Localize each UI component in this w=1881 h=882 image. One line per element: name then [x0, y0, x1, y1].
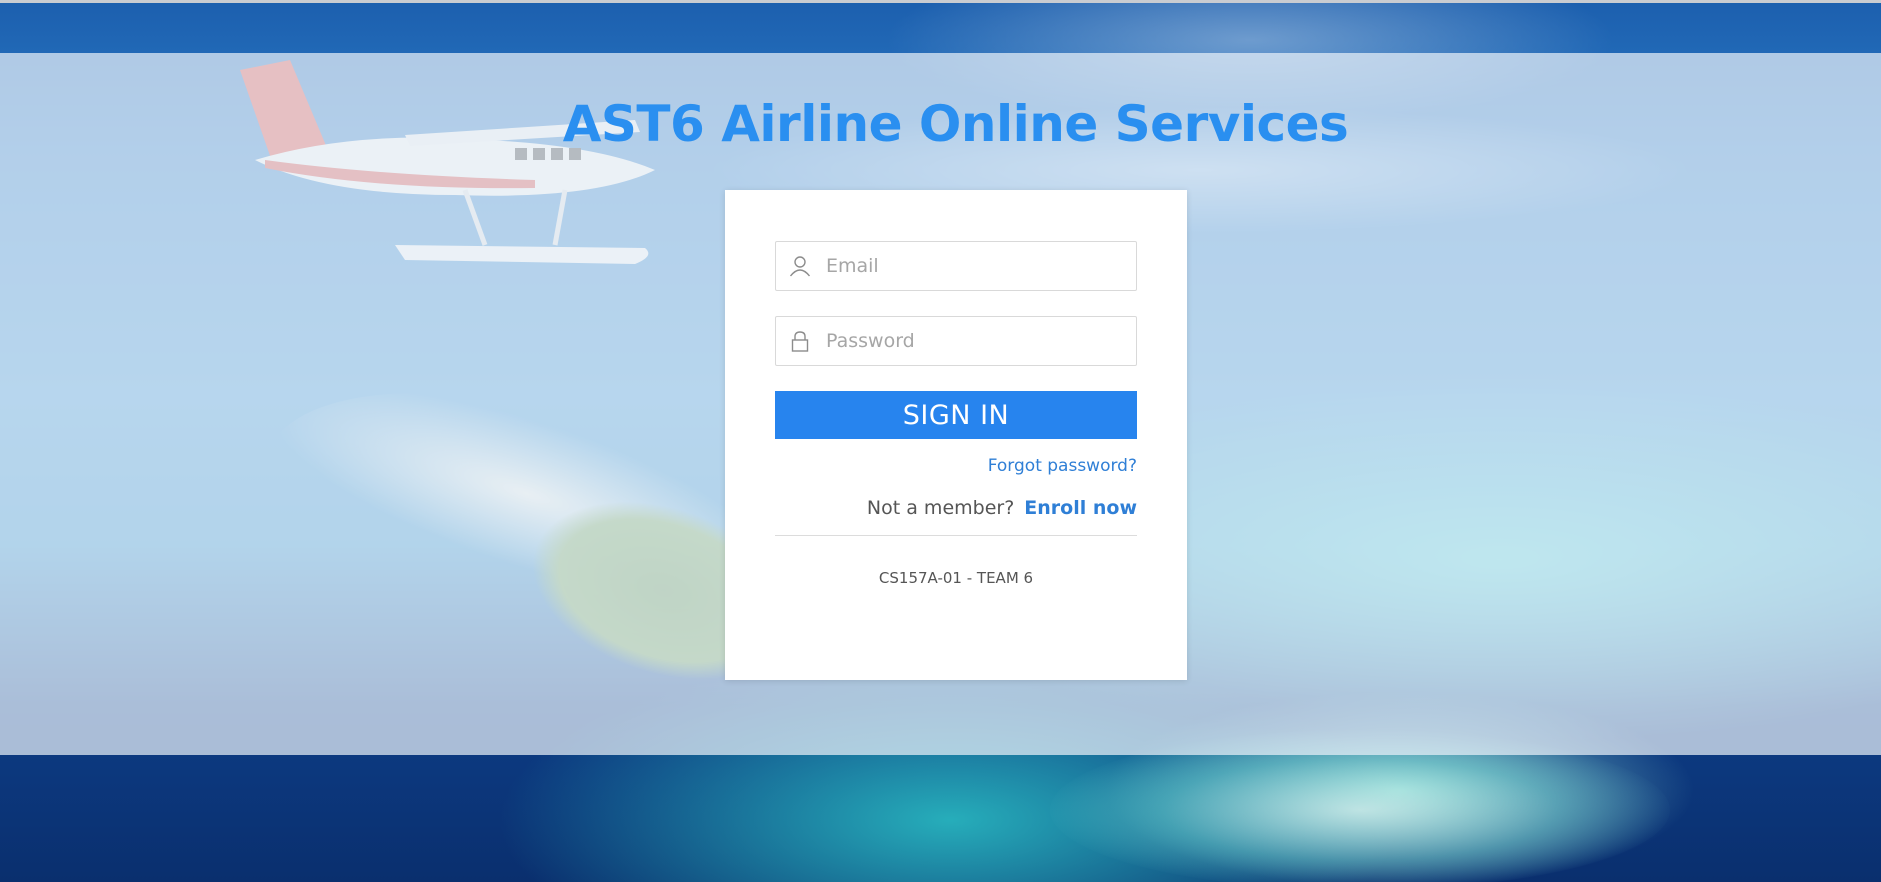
forgot-password-link[interactable]: Forgot password?	[988, 456, 1137, 476]
login-card: SIGN IN Forgot password? Not a member? En…	[725, 190, 1187, 680]
divider	[775, 535, 1137, 536]
password-field[interactable]	[775, 316, 1137, 366]
enroll-now-link[interactable]: Enroll now	[1024, 497, 1137, 519]
user-icon	[789, 256, 811, 277]
page-title: AST6 Airline Online Services	[562, 95, 1349, 153]
footer-note: CS157A-01 - TEAM 6	[878, 569, 1034, 587]
password-input[interactable]	[826, 317, 1126, 365]
email-input[interactable]	[826, 242, 1126, 290]
sign-in-button[interactable]: SIGN IN	[775, 391, 1137, 439]
browser-top-strip	[0, 0, 1881, 3]
not-member-label: Not a member?	[866, 497, 1015, 519]
enroll-row: Not a member? Enroll now	[867, 497, 1137, 519]
email-field[interactable]	[775, 241, 1137, 291]
lock-icon	[791, 331, 809, 352]
